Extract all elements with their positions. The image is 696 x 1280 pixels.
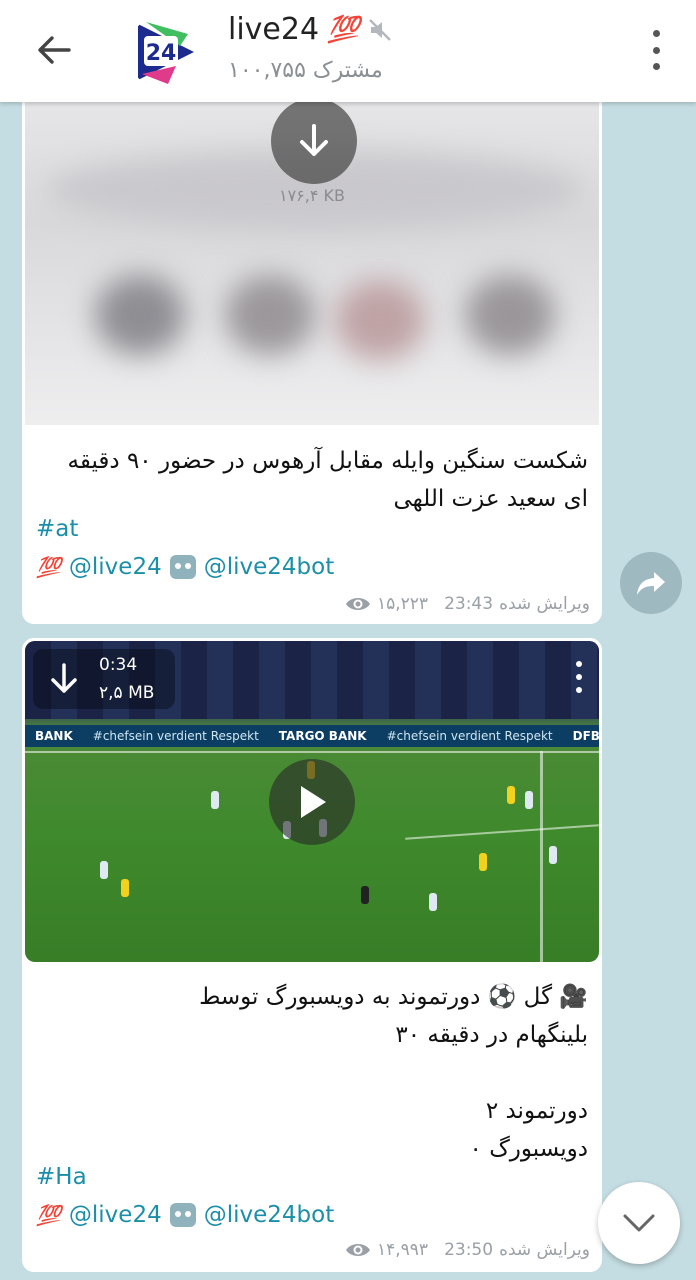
video-size: ۲,۵ MB [99, 683, 155, 703]
ad-text: TARGO BANK [278, 729, 367, 743]
view-count: ۱۴,۹۹۳ [377, 1240, 429, 1260]
video-duration: 0:34 [99, 655, 138, 675]
robot-icon [169, 555, 196, 579]
forward-arrow-icon [637, 572, 665, 595]
blur-shape [465, 275, 555, 355]
dot-icon [652, 46, 660, 54]
video-options-button[interactable] [575, 661, 583, 693]
hashtag-link[interactable]: #at [36, 516, 78, 542]
scroll-down-button[interactable] [598, 1182, 680, 1264]
channel-logo-icon: 24 [138, 22, 194, 84]
text-line [36, 1054, 588, 1092]
blurred-photo-preview[interactable]: ۱۷۶,۴ KB [25, 90, 599, 425]
pitch-line [540, 751, 543, 962]
dot-icon [652, 30, 660, 37]
chat-header: 24 live24 💯 ۱۰۰,۷۵۵ مشترک [0, 0, 696, 102]
download-arrow-icon [300, 124, 328, 156]
back-button[interactable] [30, 28, 78, 72]
avatar-text: 24 [146, 41, 177, 66]
text-line: بلینگهام در دقیقه ۳۰ [395, 1022, 588, 1048]
channel-avatar[interactable]: 24 [128, 14, 204, 90]
edited-label: ویرایش شده [499, 594, 590, 614]
hashtag-link[interactable]: #Ha [36, 1164, 87, 1190]
more-options-button[interactable] [646, 30, 666, 70]
download-button[interactable] [271, 98, 357, 184]
channel-title: live24 [228, 12, 320, 47]
player [100, 861, 108, 879]
message-bubble[interactable]: ۱۷۶,۴ KB شکست سنگین وایله مقابل آرهوس در… [22, 90, 602, 624]
ad-text: #chefsein verdient Respekt [386, 729, 553, 743]
text-line: دورتموند ۲ [485, 1098, 588, 1124]
channel-links: 💯 @live24 @live24bot [36, 554, 334, 580]
muted-speaker-icon [369, 18, 392, 41]
message-text: شکست سنگین وایله مقابل آرهوس در حضور ۹۰ … [67, 448, 588, 512]
title-row[interactable]: live24 💯 [228, 12, 393, 47]
robot-icon [169, 1203, 196, 1227]
eye-icon [346, 598, 370, 610]
download-arrow-icon[interactable] [49, 663, 79, 697]
channel-link[interactable]: @live24 [69, 554, 162, 580]
player [361, 886, 369, 904]
eye-icon [346, 1244, 370, 1256]
player [479, 853, 487, 871]
ad-text: DFB-POKAL [572, 729, 599, 743]
view-count: ۱۵,۲۲۳ [377, 594, 429, 614]
player [507, 786, 515, 804]
message-time: 23:43 [444, 594, 494, 614]
bot-link[interactable]: @live24bot [204, 554, 335, 580]
hundred-emoji: 💯 [327, 14, 360, 45]
blur-shape [335, 280, 425, 360]
dot-icon [652, 63, 660, 70]
text-line: 🎥 گل ⚽ دورتموند به دویسبورگ توسط [199, 984, 588, 1010]
arrow-left-icon [38, 36, 71, 64]
dot-icon [576, 674, 582, 680]
player [429, 893, 437, 911]
dot-icon [576, 687, 582, 693]
player [211, 791, 219, 809]
player [525, 791, 533, 809]
video-player[interactable]: BANK #chefsein verdient Respekt TARGO BA… [25, 641, 599, 962]
play-icon [301, 786, 326, 818]
text-line: دویسبورگ ۰ [469, 1136, 588, 1162]
pitch-line [25, 751, 599, 753]
player [549, 846, 557, 864]
player [121, 879, 129, 897]
bot-link[interactable]: @live24bot [204, 1202, 335, 1228]
hundred-emoji: 💯 [36, 555, 61, 579]
ad-text: BANK [35, 729, 73, 743]
channel-links: 💯 @live24 @live24bot [36, 1202, 334, 1228]
ad-board: BANK #chefsein verdient Respekt TARGO BA… [25, 725, 599, 747]
message-meta: ۱۴,۹۹۳ 23:50 ویرایش شده [345, 1240, 590, 1260]
message-time: 23:50 [444, 1240, 494, 1260]
blur-shape [225, 275, 315, 355]
subscriber-count: ۱۰۰,۷۵۵ مشترک [228, 58, 383, 83]
file-size: ۱۷۶,۴ KB [278, 186, 345, 205]
ad-text: #chefsein verdient Respekt [92, 729, 259, 743]
hundred-emoji: 💯 [36, 1203, 61, 1227]
channel-link[interactable]: @live24 [69, 1202, 162, 1228]
dot-icon [576, 661, 582, 667]
play-button[interactable] [269, 759, 355, 845]
share-button[interactable] [620, 552, 682, 614]
chevron-down-icon [623, 1214, 655, 1232]
message-bubble[interactable]: BANK #chefsein verdient Respekt TARGO BA… [22, 638, 602, 1272]
message-text: 🎥 گل ⚽ دورتموند به دویسبورگ توسط بلینگها… [36, 978, 588, 1168]
edited-label: ویرایش شده [499, 1240, 590, 1260]
pitch-line [405, 824, 599, 840]
message-meta: ۱۵,۲۲۳ 23:43 ویرایش شده [345, 594, 590, 614]
blur-shape [95, 275, 185, 355]
